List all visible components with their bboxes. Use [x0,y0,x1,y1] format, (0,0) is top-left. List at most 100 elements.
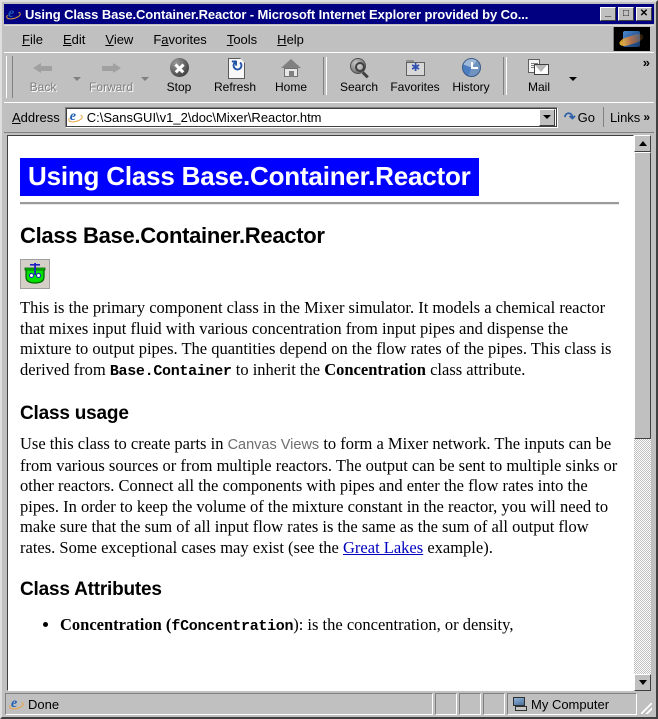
scrollbar-track[interactable] [634,152,651,674]
title-bar: e Using Class Base.Container.Reactor - M… [4,4,654,24]
refresh-icon [223,56,247,80]
toolbar-overflow-chevron[interactable]: » [643,55,650,70]
go-button[interactable]: ↷ Go [558,109,601,126]
home-button[interactable]: Home [263,54,319,98]
scrollbar-thumb[interactable] [634,152,651,440]
forward-label: Forward [88,80,133,94]
maximize-icon: □ [622,8,630,19]
toolbar-grip[interactable] [6,56,13,98]
intro-code-base-container: Base.Container [109,362,232,380]
usage-heading: Class usage [20,403,129,424]
address-label: Address [12,109,60,125]
history-button[interactable]: History [443,54,499,98]
stop-button[interactable]: Stop [151,54,207,98]
vertical-scrollbar[interactable] [634,135,651,691]
go-label: Go [577,109,595,125]
mail-dropdown[interactable] [567,54,579,98]
menu-bar: File Edit View Favorites Tools Help [4,25,654,52]
triangle-up-icon [638,141,647,146]
stop-icon [167,56,191,80]
attribute-description: ): is the concentration, or density, [293,615,514,634]
address-value: C:\SansGUI\v1_2\doc\Mixer\Reactor.htm [86,109,322,125]
ie-document-icon: e [67,109,84,125]
mail-button[interactable]: Mail [511,54,567,98]
search-label: Search [339,80,379,94]
back-dropdown[interactable] [71,54,83,98]
usage-text-3: example). [423,537,493,557]
browser-window: e Using Class Base.Container.Reactor - M… [0,0,658,719]
attribute-paren-open: ( [161,615,172,634]
menu-item-file[interactable]: File [12,29,53,50]
usage-canvas-views-term: Canvas Views [227,437,320,453]
reactor-vessel-icon [20,259,50,289]
intro-text-3: class attribute. [425,359,526,379]
arrow-left-icon [31,56,55,80]
my-computer-icon [512,697,528,711]
minimize-button[interactable]: _ [600,7,616,21]
address-input[interactable]: e C:\SansGUI\v1_2\doc\Mixer\Reactor.htm [64,106,558,128]
class-heading: Class Base.Container.Reactor [20,223,325,248]
chevron-down-icon [569,77,577,81]
intro-bold-concentration: Concentration [324,359,426,379]
favorites-label: Favorites [390,80,440,94]
address-dropdown-button[interactable] [538,108,555,126]
status-panel-extra-1 [435,693,457,715]
search-button[interactable]: Search [331,54,387,98]
menu-item-view[interactable]: View [95,29,143,50]
chevron-down-icon [141,77,149,81]
usage-text-1: Use this class to create parts in [20,434,228,453]
ie-logo-icon: e [5,6,22,22]
document-frame: Using Class Base.Container.Reactor Class… [7,135,634,691]
status-bar: e Done My Computer [4,693,654,715]
scroll-down-button[interactable] [634,674,651,691]
main-toolbar: Back Forward Stop Refresh Home Search ✱ … [4,52,654,102]
chevron-down-icon [73,77,81,81]
attribute-name: Concentration [60,615,162,634]
history-clock-icon [459,56,483,80]
page-banner-row: Using Class Base.Container.Reactor [20,158,619,196]
chevron-down-icon [542,115,551,119]
menu-item-tools[interactable]: Tools [217,29,267,50]
refresh-button[interactable]: Refresh [207,54,263,98]
arrow-right-icon [99,56,123,80]
home-icon [279,56,303,80]
menu-item-edit[interactable]: Edit [53,29,95,50]
status-panel-extra-2 [459,693,481,715]
content-area: Using Class Base.Container.Reactor Class… [4,132,654,691]
minimize-icon: _ [604,6,612,18]
attribute-field-name: fConcentration [171,618,294,635]
address-bar: Address e C:\SansGUI\v1_2\doc\Mixer\Reac… [4,102,654,131]
toolbar-separator [323,57,327,95]
forward-dropdown[interactable] [139,54,151,98]
triangle-down-icon [638,680,647,685]
intro-text-2: to inherit the [231,359,325,379]
back-button[interactable]: Back [15,54,71,98]
mail-label: Mail [527,80,550,94]
great-lakes-link[interactable]: Great Lakes [343,538,423,557]
scroll-up-button[interactable] [634,135,651,152]
ie-animated-logo-icon [613,27,650,51]
menu-item-favorites[interactable]: Favorites [143,29,216,50]
status-text: Done [28,696,60,712]
horizontal-rule [20,202,619,205]
refresh-label: Refresh [213,80,257,94]
back-label: Back [29,80,57,94]
close-icon: ✕ [639,8,649,19]
maximize-button[interactable]: □ [618,7,634,21]
html-document: Using Class Base.Container.Reactor Class… [8,136,633,690]
toolbar-separator [503,57,507,95]
stop-label: Stop [166,80,192,94]
usage-paragraph: Use this class to create parts in Canvas… [20,434,619,558]
security-zone-panel[interactable]: My Computer [507,693,637,715]
favorites-folder-icon: ✱ [403,56,427,80]
menu-item-help[interactable]: Help [267,29,314,50]
links-button[interactable]: Links » [602,107,654,127]
resize-grip[interactable] [639,693,653,715]
close-button[interactable]: ✕ [636,7,652,21]
attributes-list: Concentration (fConcentration): is the c… [20,615,619,638]
security-zone-label: My Computer [531,696,610,712]
links-chevron-icon[interactable]: » [643,110,650,124]
links-label: Links [609,109,641,125]
forward-button[interactable]: Forward [83,54,139,98]
favorites-button[interactable]: ✱ Favorites [387,54,443,98]
